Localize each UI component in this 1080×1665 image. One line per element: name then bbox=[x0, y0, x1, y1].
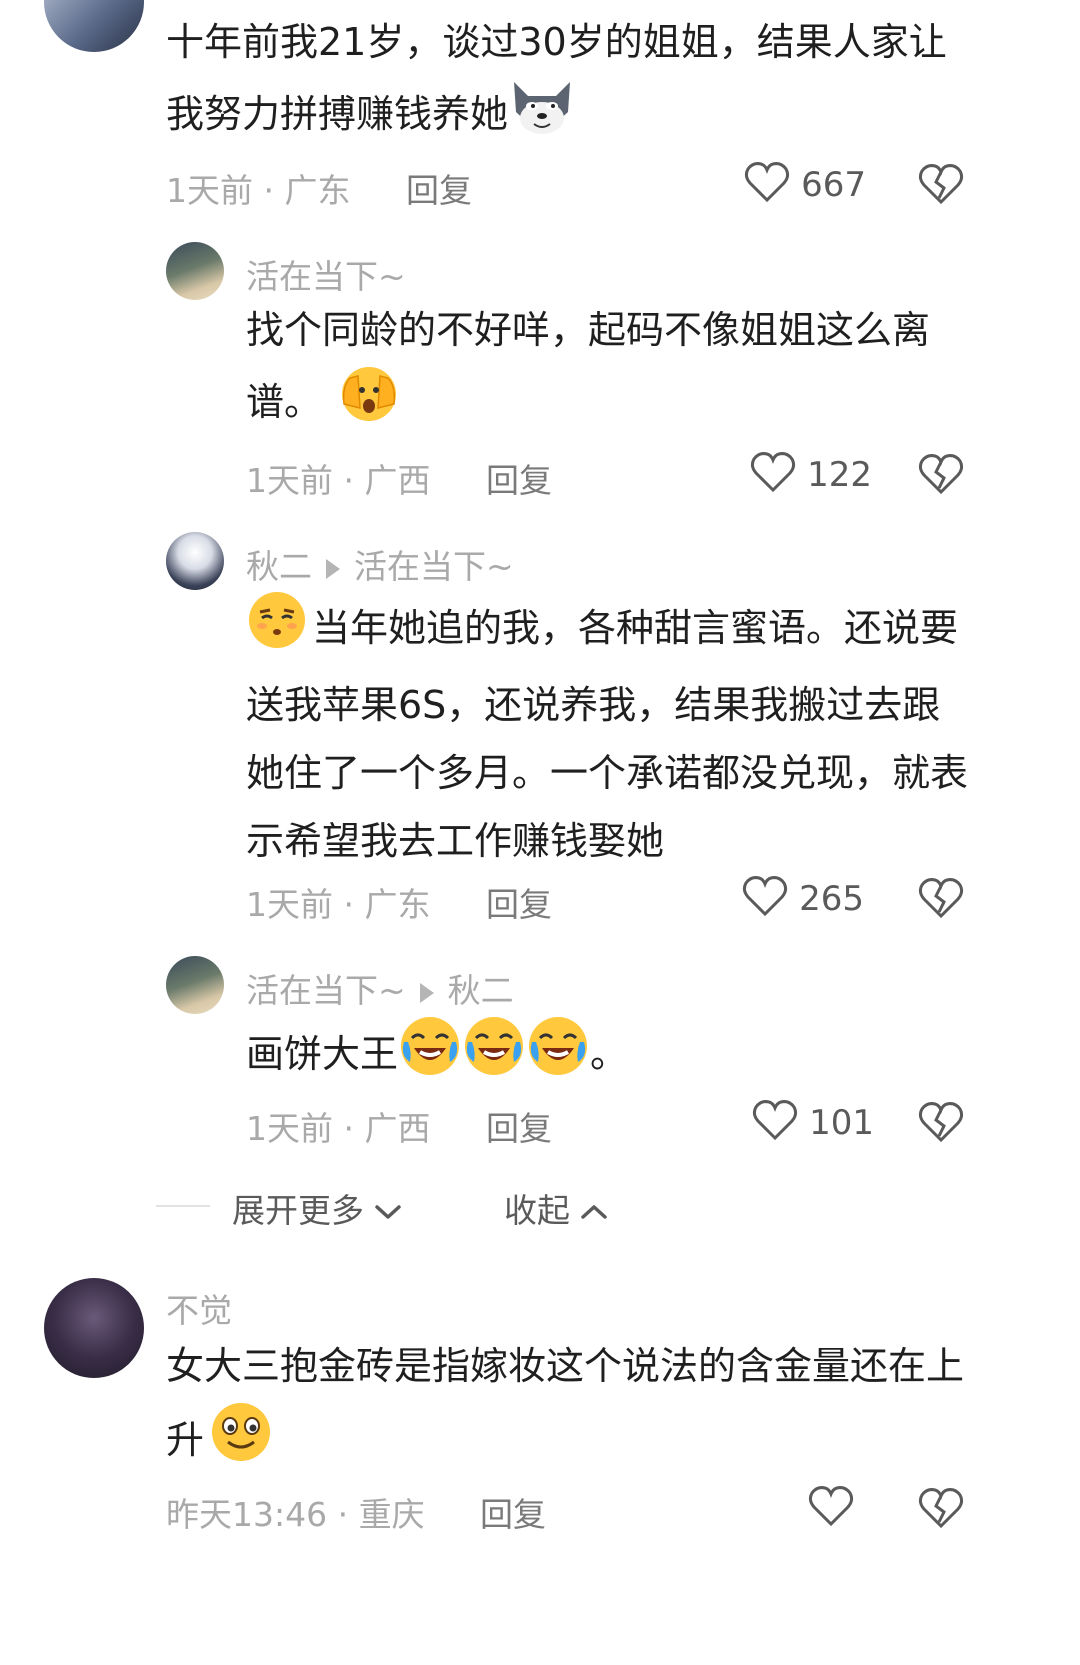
heart-outline-icon bbox=[742, 874, 788, 922]
comment-author[interactable]: 不觉 bbox=[166, 1284, 232, 1332]
expand-more-label: 展开更多 bbox=[232, 1191, 364, 1230]
dislike-button[interactable] bbox=[918, 162, 964, 210]
covering-face-emoji bbox=[336, 364, 402, 445]
reply-to-arrow-icon bbox=[326, 558, 340, 579]
reply-meta: 1天前 · 广东 bbox=[246, 885, 431, 924]
reply-location: 广西 bbox=[364, 1109, 431, 1148]
expand-more-button[interactable]: 展开更多 bbox=[232, 1184, 402, 1232]
laughing-crying-emoji bbox=[462, 1014, 526, 1099]
thread-divider bbox=[156, 1205, 210, 1207]
chevron-up-icon bbox=[580, 1191, 608, 1230]
broken-heart-icon bbox=[918, 876, 964, 924]
dislike-button[interactable] bbox=[918, 1486, 964, 1534]
comment-time: 昨天13:46 bbox=[166, 1495, 328, 1534]
comment-text: 女大三抱金砖是指嫁妆这个说法的含金量还在上升 bbox=[166, 1332, 976, 1485]
reply-time: 1天前 bbox=[246, 1109, 333, 1148]
reply-meta: 1天前 · 广西 bbox=[246, 461, 431, 500]
like-button[interactable]: 265 bbox=[742, 874, 864, 927]
reply-to-user[interactable]: 秋二 bbox=[448, 971, 514, 1010]
laughing-crying-emoji bbox=[398, 1014, 462, 1099]
reply-time: 1天前 bbox=[246, 461, 333, 500]
like-count: 101 bbox=[809, 1103, 874, 1143]
heart-outline-icon bbox=[808, 1484, 854, 1532]
reply-author[interactable]: 活在当下~ bbox=[246, 250, 406, 298]
reply-meta: 1天前 · 广西 bbox=[246, 1109, 431, 1148]
chevron-down-icon bbox=[374, 1191, 402, 1230]
comment-time: 1天前 bbox=[166, 171, 253, 210]
reply-time: 1天前 bbox=[246, 885, 333, 924]
husky-meme-emoji bbox=[508, 76, 576, 157]
comment-meta: 昨天13:46 · 重庆 bbox=[166, 1495, 425, 1534]
broken-heart-icon bbox=[918, 162, 964, 210]
broken-heart-icon bbox=[918, 1486, 964, 1534]
avatar-commenter[interactable] bbox=[44, 1278, 144, 1378]
avatar-top-commenter[interactable] bbox=[44, 0, 144, 52]
smiling-face-emoji bbox=[208, 1400, 274, 1485]
like-count: 122 bbox=[807, 455, 872, 495]
reply-to-user[interactable]: 活在当下~ bbox=[354, 547, 514, 586]
like-count: 667 bbox=[801, 165, 866, 205]
like-button[interactable] bbox=[808, 1484, 854, 1537]
reply-location: 广西 bbox=[364, 461, 431, 500]
avatar-replier[interactable] bbox=[166, 956, 224, 1014]
dislike-button[interactable] bbox=[918, 452, 964, 500]
collapse-button[interactable]: 收起 bbox=[504, 1184, 608, 1232]
broken-heart-icon bbox=[918, 452, 964, 500]
collapse-label: 收起 bbox=[504, 1191, 570, 1230]
smirk-face-emoji bbox=[246, 590, 308, 671]
reply-author[interactable]: 秋二 bbox=[246, 547, 312, 586]
comment-meta: 1天前 · 广东 bbox=[166, 171, 351, 210]
like-count: 265 bbox=[799, 879, 864, 919]
heart-outline-icon bbox=[752, 1098, 798, 1146]
reply-button[interactable]: 回复 bbox=[486, 1102, 552, 1150]
reply-button[interactable]: 回复 bbox=[486, 454, 552, 502]
heart-outline-icon bbox=[750, 450, 796, 498]
reply-text: 画饼大王。 bbox=[246, 1014, 976, 1099]
reply-button[interactable]: 回复 bbox=[480, 1488, 546, 1536]
dislike-button[interactable] bbox=[918, 1100, 964, 1148]
avatar-replier[interactable] bbox=[166, 242, 224, 300]
reply-location: 广东 bbox=[364, 885, 431, 924]
like-button[interactable]: 122 bbox=[750, 450, 872, 503]
reply-text: 当年她追的我，各种甜言蜜语。还说要送我苹果6S，还说养我，结果我搬过去跟她住了一… bbox=[246, 590, 976, 875]
comment-location: 重庆 bbox=[358, 1495, 425, 1534]
laughing-crying-emoji bbox=[526, 1014, 590, 1099]
reply-button[interactable]: 回复 bbox=[486, 878, 552, 926]
reply-header: 秋二 活在当下~ bbox=[246, 540, 514, 588]
like-button[interactable]: 101 bbox=[752, 1098, 874, 1151]
reply-header: 活在当下~ 秋二 bbox=[246, 964, 514, 1012]
dislike-button[interactable] bbox=[918, 876, 964, 924]
comment-text: 十年前我21岁，谈过30岁的姐姐，结果人家让我努力拼搏赚钱养她 bbox=[166, 8, 976, 157]
comment-location: 广东 bbox=[284, 171, 351, 210]
broken-heart-icon bbox=[918, 1100, 964, 1148]
reply-button[interactable]: 回复 bbox=[406, 164, 472, 212]
like-button[interactable]: 667 bbox=[744, 160, 866, 213]
avatar-replier[interactable] bbox=[166, 532, 224, 590]
reply-author[interactable]: 活在当下~ bbox=[246, 971, 406, 1010]
reply-text: 找个同龄的不好咩，起码不像姐姐这么离谱。 bbox=[246, 296, 976, 445]
heart-outline-icon bbox=[744, 160, 790, 208]
reply-to-arrow-icon bbox=[419, 982, 434, 1003]
